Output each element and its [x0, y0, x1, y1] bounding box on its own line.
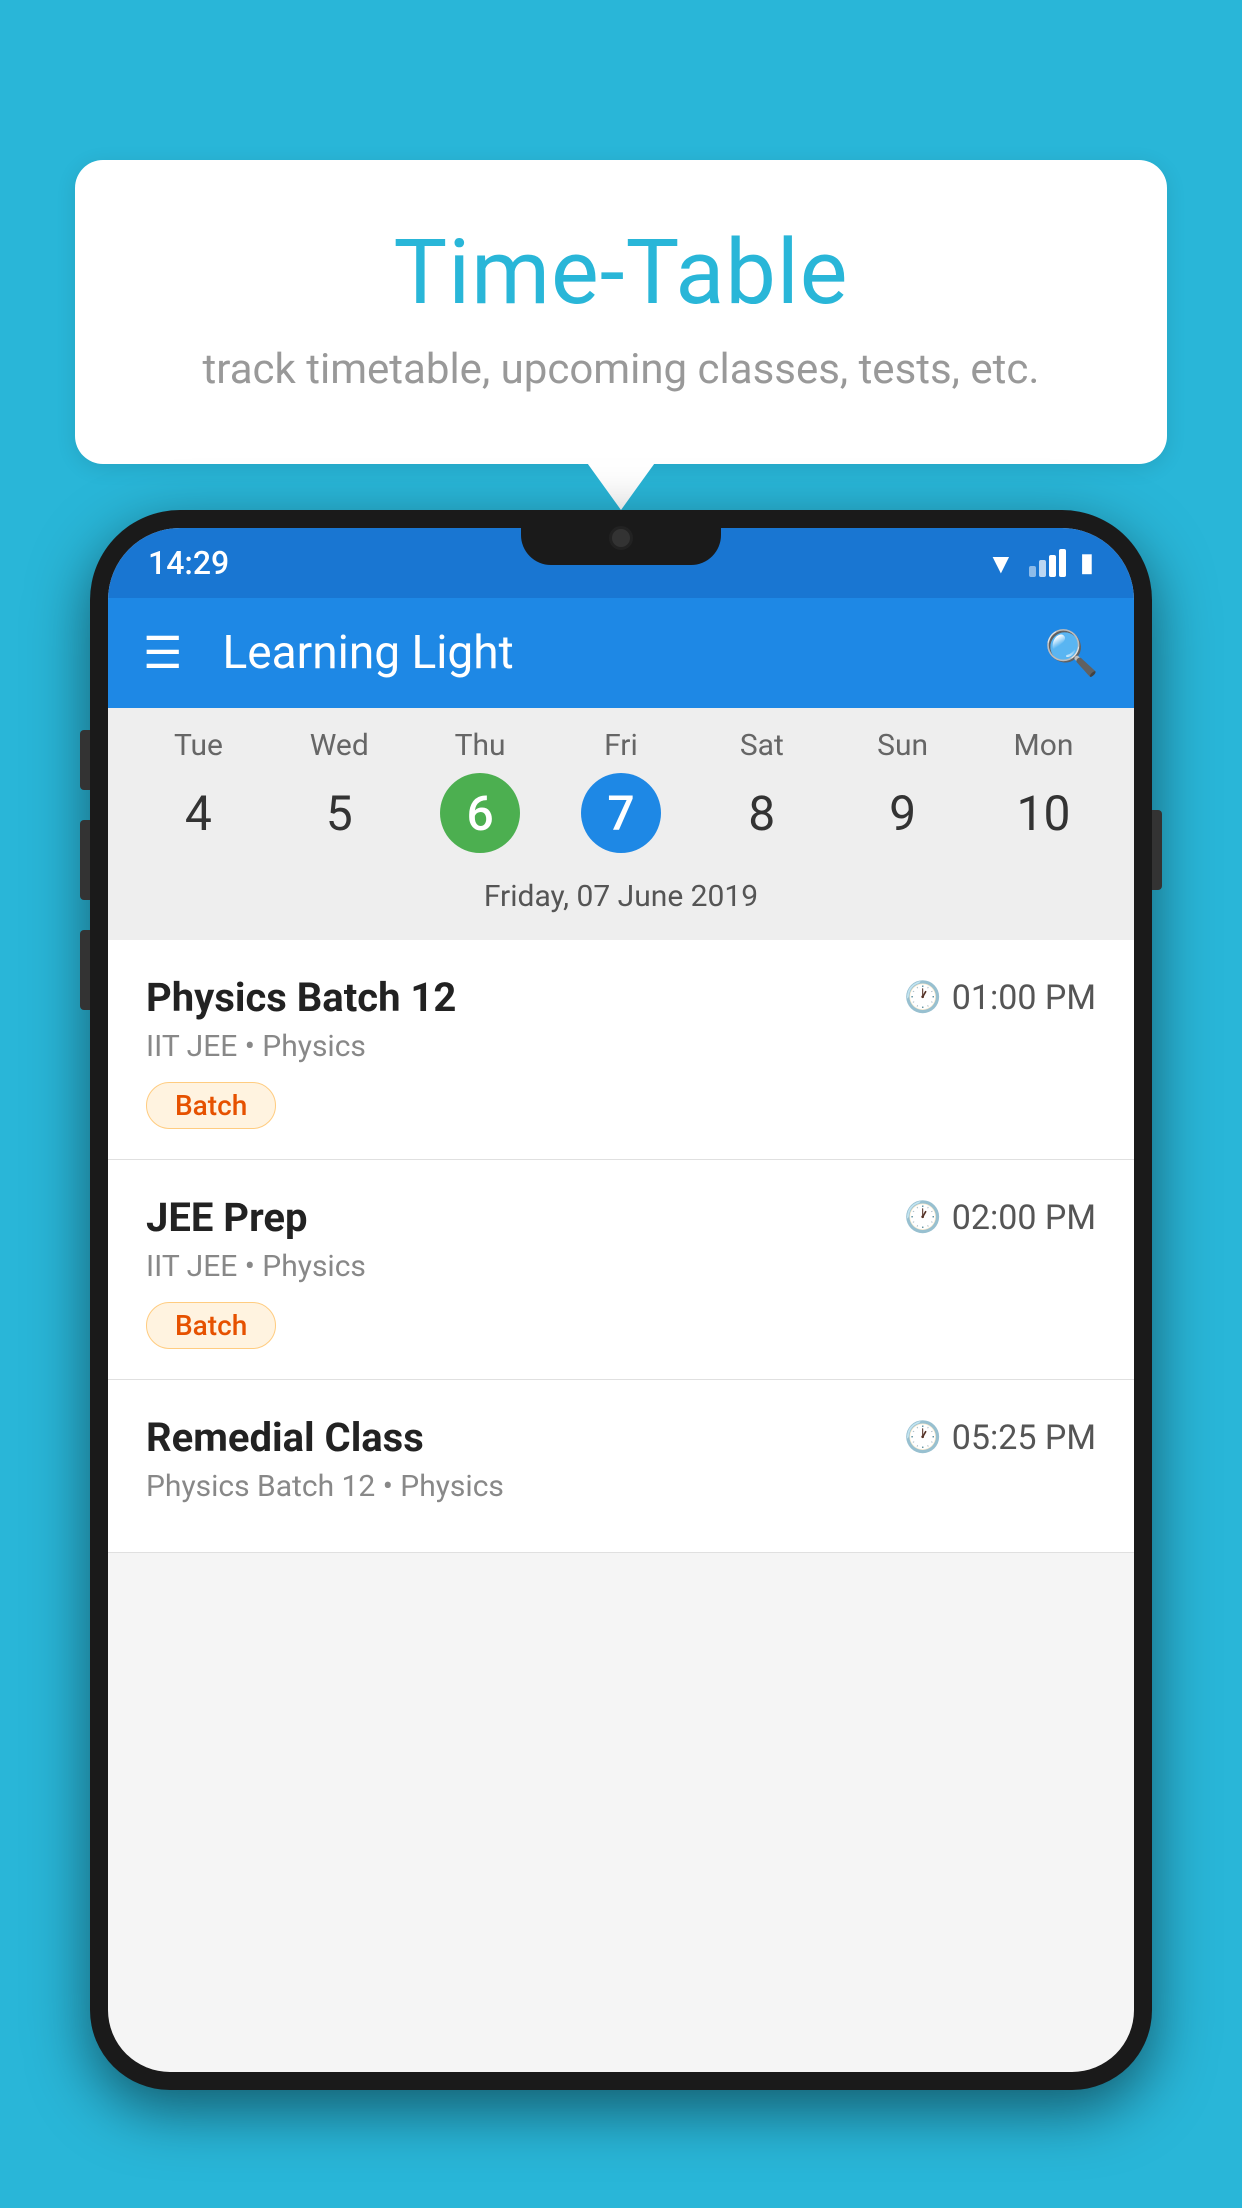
phone-body: 14:29 ▼ ▮ ☰ Learning Light 🔍 T [90, 510, 1152, 2090]
day-number: 6 [440, 773, 520, 853]
power-button [1152, 810, 1162, 890]
hamburger-icon[interactable]: ☰ [143, 627, 182, 679]
class-item[interactable]: Physics Batch 12 🕐 01:00 PM IIT JEE • Phys… [108, 940, 1134, 1160]
calendar-day[interactable]: Fri 7 [556, 728, 686, 853]
class-list: Physics Batch 12 🕐 01:00 PM IIT JEE • Phys… [108, 940, 1134, 1553]
batch-tag: Batch [146, 1082, 276, 1129]
app-title: Learning Light [222, 626, 1044, 680]
day-name: Wed [310, 728, 369, 763]
class-item[interactable]: JEE Prep 🕐 02:00 PM IIT JEE • Physics Batch [108, 1160, 1134, 1380]
day-number: 9 [863, 773, 943, 853]
speech-bubble: Time-Table track timetable, upcoming cla… [75, 160, 1167, 464]
search-icon[interactable]: 🔍 [1044, 627, 1099, 679]
app-bar: ☰ Learning Light 🔍 [108, 598, 1134, 708]
class-time: 🕐 05:25 PM [904, 1418, 1096, 1458]
feature-subtitle: track timetable, upcoming classes, tests… [135, 345, 1107, 394]
signal-icon [1029, 549, 1066, 577]
clock-icon: 🕐 [904, 1200, 941, 1235]
class-name: Remedial Class [146, 1414, 424, 1461]
wifi-icon: ▼ [987, 547, 1015, 580]
calendar-day[interactable]: Mon 10 [978, 728, 1108, 853]
feature-card: Time-Table track timetable, upcoming cla… [75, 160, 1167, 464]
calendar-day[interactable]: Sun 9 [838, 728, 968, 853]
class-header: Physics Batch 12 🕐 01:00 PM [146, 974, 1096, 1021]
calendar-strip: Tue 4 Wed 5 Thu 6 Fri 7 Sat 8 Sun 9 Mon 10 Friday, 07… [108, 708, 1134, 940]
volume-down-button [80, 930, 90, 1010]
day-number: 10 [1003, 773, 1083, 853]
day-number: 5 [299, 773, 379, 853]
day-number: 7 [581, 773, 661, 853]
class-meta: IIT JEE • Physics [146, 1029, 1096, 1064]
class-item[interactable]: Remedial Class 🕐 05:25 PM Physics Batch 12… [108, 1380, 1134, 1553]
day-name: Tue [174, 728, 223, 763]
day-number: 4 [158, 773, 238, 853]
clock-icon: 🕐 [904, 980, 941, 1015]
phone-screen: 14:29 ▼ ▮ ☰ Learning Light 🔍 T [108, 528, 1134, 2072]
class-header: JEE Prep 🕐 02:00 PM [146, 1194, 1096, 1241]
mute-button [80, 730, 90, 790]
calendar-day[interactable]: Sat 8 [697, 728, 827, 853]
status-icons: ▼ ▮ [987, 547, 1094, 580]
batch-tag: Batch [146, 1302, 276, 1349]
volume-up-button [80, 820, 90, 900]
class-time: 🕐 02:00 PM [904, 1198, 1096, 1238]
class-time: 🕐 01:00 PM [904, 978, 1096, 1018]
class-name: Physics Batch 12 [146, 974, 456, 1021]
day-name: Sun [877, 728, 928, 763]
class-meta: Physics Batch 12 • Physics [146, 1469, 1096, 1504]
calendar-day[interactable]: Wed 5 [274, 728, 404, 853]
class-name: JEE Prep [146, 1194, 307, 1241]
calendar-day[interactable]: Thu 6 [415, 728, 545, 853]
class-header: Remedial Class 🕐 05:25 PM [146, 1414, 1096, 1461]
day-name: Fri [604, 728, 638, 763]
day-name: Thu [455, 728, 506, 763]
class-meta: IIT JEE • Physics [146, 1249, 1096, 1284]
day-name: Mon [1014, 728, 1074, 763]
phone-mockup: 14:29 ▼ ▮ ☰ Learning Light 🔍 T [90, 510, 1152, 2208]
phone-notch [521, 510, 721, 565]
days-row: Tue 4 Wed 5 Thu 6 Fri 7 Sat 8 Sun 9 Mon 10 [108, 728, 1134, 853]
calendar-day[interactable]: Tue 4 [133, 728, 263, 853]
day-number: 8 [722, 773, 802, 853]
day-name: Sat [740, 728, 784, 763]
feature-title: Time-Table [135, 220, 1107, 325]
selected-date-label: Friday, 07 June 2019 [108, 865, 1134, 930]
clock-icon: 🕐 [904, 1420, 941, 1455]
battery-icon: ▮ [1080, 548, 1094, 578]
status-time: 14:29 [148, 544, 229, 582]
front-camera [609, 526, 633, 550]
